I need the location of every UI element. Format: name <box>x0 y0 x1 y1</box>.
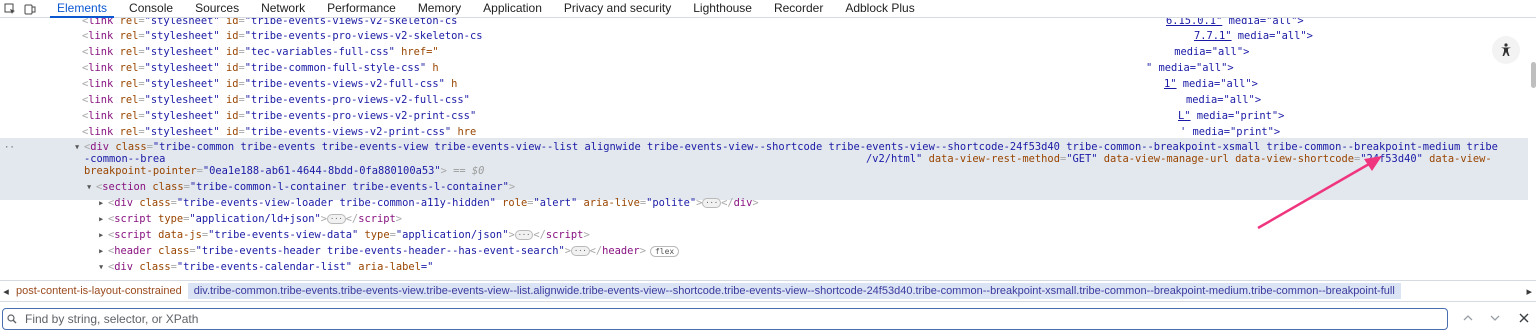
dom-search-bar <box>0 304 1536 336</box>
breadcrumb-item[interactable]: post-content-is-layout-constrained <box>12 285 188 297</box>
expand-triangle-icon[interactable]: ▸ <box>98 213 108 226</box>
node-options-icon[interactable]: ·· <box>4 143 15 155</box>
inspect-element-icon[interactable] <box>0 1 20 17</box>
expand-triangle-icon[interactable]: ▸ <box>98 229 108 242</box>
dom-node-link[interactable]: <link rel="stylesheet" id="tribe-events-… <box>82 94 470 107</box>
dom-node-header[interactable]: ▸ <header class="tribe-events-header trib… <box>98 245 680 258</box>
tab-adblock-plus[interactable]: Adblock Plus <box>834 0 925 17</box>
dom-node-link-tail: 7.7.1" media="all"> <box>1194 30 1313 42</box>
dom-node-link[interactable]: <link rel="stylesheet" id="tec-variables… <box>82 46 439 59</box>
accessibility-button[interactable] <box>1492 36 1520 64</box>
dom-node-script[interactable]: ▸ <script data-js="tribe-events-view-data… <box>98 229 590 242</box>
collapsed-content-icon[interactable]: ··· <box>514 230 534 240</box>
breadcrumb: ◂ post-content-is-layout-constrained div… <box>0 280 1536 302</box>
dom-node-link[interactable]: <link rel="stylesheet" id="tribe-events-… <box>82 110 476 123</box>
chevron-down-icon[interactable] <box>1487 310 1503 326</box>
tab-elements[interactable]: Elements <box>46 0 118 18</box>
collapse-triangle-icon[interactable]: ▾ <box>86 181 96 194</box>
devtools-tabbar: Elements Console Sources Network Perform… <box>0 0 1536 18</box>
flex-badge[interactable]: flex <box>649 246 680 257</box>
selected-node-marker: == $0 <box>453 165 485 177</box>
expand-triangle-icon[interactable]: ▸ <box>98 245 108 258</box>
collapsed-content-icon[interactable]: ··· <box>570 246 590 256</box>
tab-performance[interactable]: Performance <box>316 0 407 17</box>
dom-node-link-tail: L" media="print"> <box>1178 110 1285 122</box>
scrollbar-thumb[interactable] <box>1531 62 1536 88</box>
collapsed-content-icon[interactable]: ··· <box>702 198 722 208</box>
dom-node-link-tail: media="all"> <box>1186 94 1262 106</box>
tab-application[interactable]: Application <box>472 0 553 17</box>
dom-node-div-selected-cont3: breakpoint-pointer="0ea1e188-ab61-4644-8… <box>84 165 485 177</box>
dom-node-link-tail: 1" media="all"> <box>1164 78 1258 90</box>
device-toolbar-icon[interactable] <box>20 1 40 17</box>
dom-node-script[interactable]: ▸ <script type="application/ld+json"> ··· <… <box>98 213 402 226</box>
close-icon[interactable] <box>1516 310 1532 326</box>
dom-node-link[interactable]: <link rel="stylesheet" id="tribe-events-… <box>82 78 457 91</box>
tab-lighthouse[interactable]: Lighthouse <box>682 0 763 17</box>
accessibility-icon <box>1501 43 1511 56</box>
dom-node-link-tail: 6.15.0.1" media="all"> <box>1166 18 1304 27</box>
collapse-triangle-icon[interactable]: ▾ <box>98 261 108 274</box>
search-box <box>2 308 1448 330</box>
dom-node-calendar-list[interactable]: ▾ <div class="tribe-events-calendar-list"… <box>98 261 433 274</box>
dom-node-link[interactable]: <link rel="stylesheet" id="tribe-events-… <box>82 30 482 43</box>
collapsed-content-icon[interactable]: ··· <box>327 214 346 224</box>
dom-node-link-tail: media="all"> <box>1168 46 1250 58</box>
chevron-up-icon[interactable] <box>1460 310 1476 326</box>
expand-triangle-icon[interactable]: ▸ <box>98 197 108 210</box>
dom-tree: ·· <link rel="stylesheet" id="tribe-even… <box>0 18 1528 275</box>
tab-memory[interactable]: Memory <box>407 0 472 17</box>
tab-recorder[interactable]: Recorder <box>763 0 834 17</box>
dom-node-link-tail: ' media="print"> <box>1180 126 1281 138</box>
search-input[interactable] <box>21 312 1447 326</box>
devtools-tabs: Elements Console Sources Network Perform… <box>46 0 926 18</box>
vertical-scrollbar[interactable] <box>1529 18 1536 275</box>
dom-node-div-selected-cont2: /v2/html" data-view-rest-method="GET" da… <box>866 153 1492 165</box>
tab-privacy-and-security[interactable]: Privacy and security <box>553 0 682 17</box>
search-icon <box>3 314 21 324</box>
breadcrumb-scroll-left-icon[interactable]: ◂ <box>0 285 12 298</box>
tab-network[interactable]: Network <box>250 0 316 17</box>
tab-console[interactable]: Console <box>118 0 184 17</box>
breadcrumb-scroll-right-icon[interactable]: ▸ <box>1526 285 1532 298</box>
dom-node-link[interactable]: <link rel="stylesheet" id="tribe-events-… <box>82 126 476 139</box>
dom-node-loader[interactable]: ▸ <div class="tribe-events-view-loader tr… <box>98 197 759 210</box>
dom-node-link[interactable]: <link rel="stylesheet" id="tribe-events-… <box>82 18 457 28</box>
dom-node-link-tail: " media="all"> <box>1146 62 1234 74</box>
collapse-triangle-icon[interactable]: ▾ <box>74 141 84 154</box>
tab-sources[interactable]: Sources <box>184 0 250 17</box>
dom-node-section[interactable]: ▾ <section class="tribe-common-l-containe… <box>86 181 515 194</box>
breadcrumb-item-selected[interactable]: div.tribe-common.tribe-events.tribe-even… <box>187 283 1401 299</box>
dom-node-link[interactable]: <link rel="stylesheet" id="tribe-common-… <box>82 62 439 75</box>
